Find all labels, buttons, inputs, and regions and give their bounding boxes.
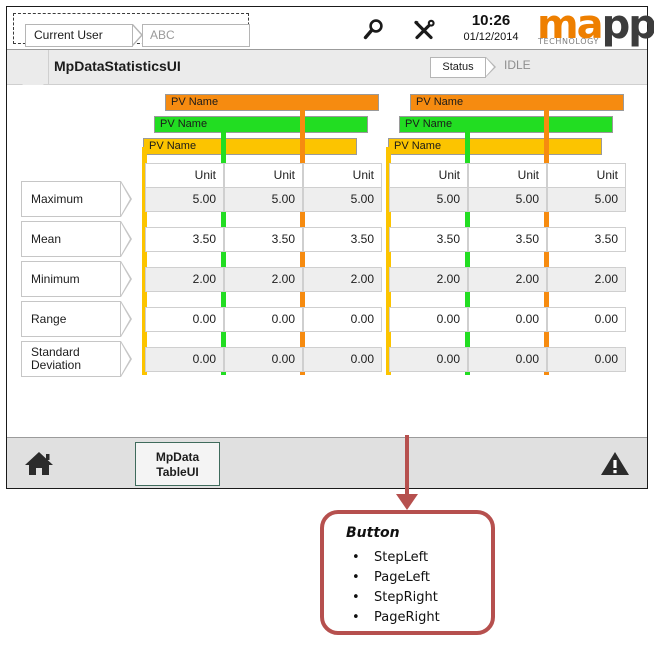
table-cell: 3.50 (145, 227, 224, 252)
table-cell: 0.00 (468, 347, 547, 372)
status-label: Status (430, 57, 486, 78)
row-label-text: Minimum (31, 271, 80, 286)
group-header-label: PV Name (160, 118, 208, 130)
table-cell: 3.50 (303, 227, 382, 252)
unit-header-cell: Unit (145, 163, 224, 188)
statistics-table: Maximum Mean Minimum Range Standard Deviation… (7, 85, 647, 439)
top-status-bar: Current User ABC 10:26 01/12/2014 mapp T… (7, 5, 654, 50)
group-header-bar: PV Name (165, 94, 379, 111)
table-cell: 3.50 (389, 227, 468, 252)
callout-list-item: StepRight (348, 588, 440, 608)
row-label-chip: Standard Deviation (21, 341, 121, 377)
table-cell: 5.00 (303, 187, 382, 212)
hmi-panel: Current User ABC 10:26 01/12/2014 mapp T… (6, 5, 654, 489)
row-label-chip: Range (21, 301, 121, 337)
tools-icon[interactable] (411, 17, 437, 43)
callout-list-item: PageLeft (348, 568, 440, 588)
table-cell: 0.00 (389, 307, 468, 332)
screenshot-root: Current User ABC 10:26 01/12/2014 mapp T… (0, 0, 654, 647)
table-cell: 5.00 (224, 187, 303, 212)
row-label-text: Range (31, 311, 67, 326)
table-cell: 0.00 (145, 347, 224, 372)
clock-time: 10:26 (471, 12, 511, 29)
row-label-chip: Minimum (21, 261, 121, 297)
current-user-label: Current User (25, 24, 133, 47)
row-label-chip: Maximum (21, 181, 121, 217)
table-cell: 0.00 (224, 347, 303, 372)
row-label-arrow (121, 181, 132, 217)
table-cell: 2.00 (303, 267, 382, 292)
table-cell: 5.00 (389, 187, 468, 212)
row-label-arrow (121, 261, 132, 297)
table-cell: 2.00 (145, 267, 224, 292)
table-cell: 0.00 (303, 347, 382, 372)
table-cell: 0.00 (547, 347, 626, 372)
bottom-tab-line2: TableUI (156, 465, 199, 479)
logo-pp: pp (601, 2, 654, 48)
table-cell: 3.50 (547, 227, 626, 252)
unit-header-cell: Unit (303, 163, 382, 188)
callout-list-item: StepLeft (348, 548, 440, 568)
row-label-text: Mean (31, 231, 62, 246)
search-icon[interactable] (361, 17, 387, 43)
row-label-chip: Mean (21, 221, 121, 257)
logo-technology: TECHNOLOGY (538, 37, 599, 46)
callout-item-list: StepLeftPageLeftStepRightPageRight (348, 548, 440, 628)
callout-title: Button (346, 525, 400, 541)
table-cell: 3.50 (468, 227, 547, 252)
bottom-tab-bar: MpData TableUI (7, 437, 647, 488)
table-cell: 5.00 (468, 187, 547, 212)
table-cell: 5.00 (145, 187, 224, 212)
navigation-tab[interactable] (7, 50, 49, 84)
group-header-label: PV Name (149, 140, 197, 152)
table-cell: 0.00 (303, 307, 382, 332)
current-user-selection-frame[interactable]: Current User ABC (13, 13, 250, 47)
warning-triangle-icon[interactable] (600, 450, 630, 477)
row-label-text: Standard Deviation (31, 345, 82, 372)
status-tag-arrow (486, 57, 496, 77)
group-header-bar: PV Name (154, 116, 368, 133)
table-cell: 2.00 (468, 267, 547, 292)
group-header-label: PV Name (394, 140, 442, 152)
table-cell: 0.00 (224, 307, 303, 332)
group-header-bar: PV Name (410, 94, 624, 111)
table-cell: 0.00 (468, 307, 547, 332)
clock-date: 01/12/2014 (463, 31, 519, 43)
group-header-bar: PV Name (143, 138, 357, 155)
row-label-arrow (121, 301, 132, 337)
row-label-arrow (121, 341, 132, 377)
row-label-text: Maximum (31, 191, 84, 206)
table-cell: 0.00 (145, 307, 224, 332)
unit-header-cell: Unit (224, 163, 303, 188)
bottom-tab-line1: MpData (155, 450, 200, 464)
group-header-bar: PV Name (388, 138, 602, 155)
group-header-label: PV Name (416, 96, 464, 108)
callout-arrowhead-icon (396, 494, 418, 510)
unit-header-cell: Unit (547, 163, 626, 188)
group-header-label: PV Name (405, 118, 453, 130)
page-title-bar: MpDataStatisticsUI Status IDLE (7, 50, 647, 95)
clock: 10:26 01/12/2014 (451, 13, 531, 44)
table-cell: 0.00 (547, 307, 626, 332)
row-label-arrow (121, 221, 132, 257)
unit-header-cell: Unit (389, 163, 468, 188)
home-icon[interactable] (24, 450, 54, 477)
mapp-logo: mapp TECHNOLOGY (537, 5, 654, 49)
status-value: IDLE (504, 58, 531, 72)
page-title: MpDataStatisticsUI (54, 58, 181, 74)
table-cell: 3.50 (224, 227, 303, 252)
current-user-value[interactable]: ABC (142, 24, 250, 47)
bottom-tab-mpdatatableui[interactable]: MpData TableUI (135, 442, 220, 486)
callout-box: Button StepLeftPageLeftStepRightPageRigh… (320, 510, 495, 635)
callout-connector-line (405, 435, 409, 500)
table-cell: 5.00 (547, 187, 626, 212)
unit-header-cell: Unit (468, 163, 547, 188)
table-cell: 0.00 (389, 347, 468, 372)
table-cell: 2.00 (224, 267, 303, 292)
table-cell: 2.00 (389, 267, 468, 292)
group-header-bar: PV Name (399, 116, 613, 133)
callout-list-item: PageRight (348, 608, 440, 628)
table-cell: 2.00 (547, 267, 626, 292)
group-header-label: PV Name (171, 96, 219, 108)
